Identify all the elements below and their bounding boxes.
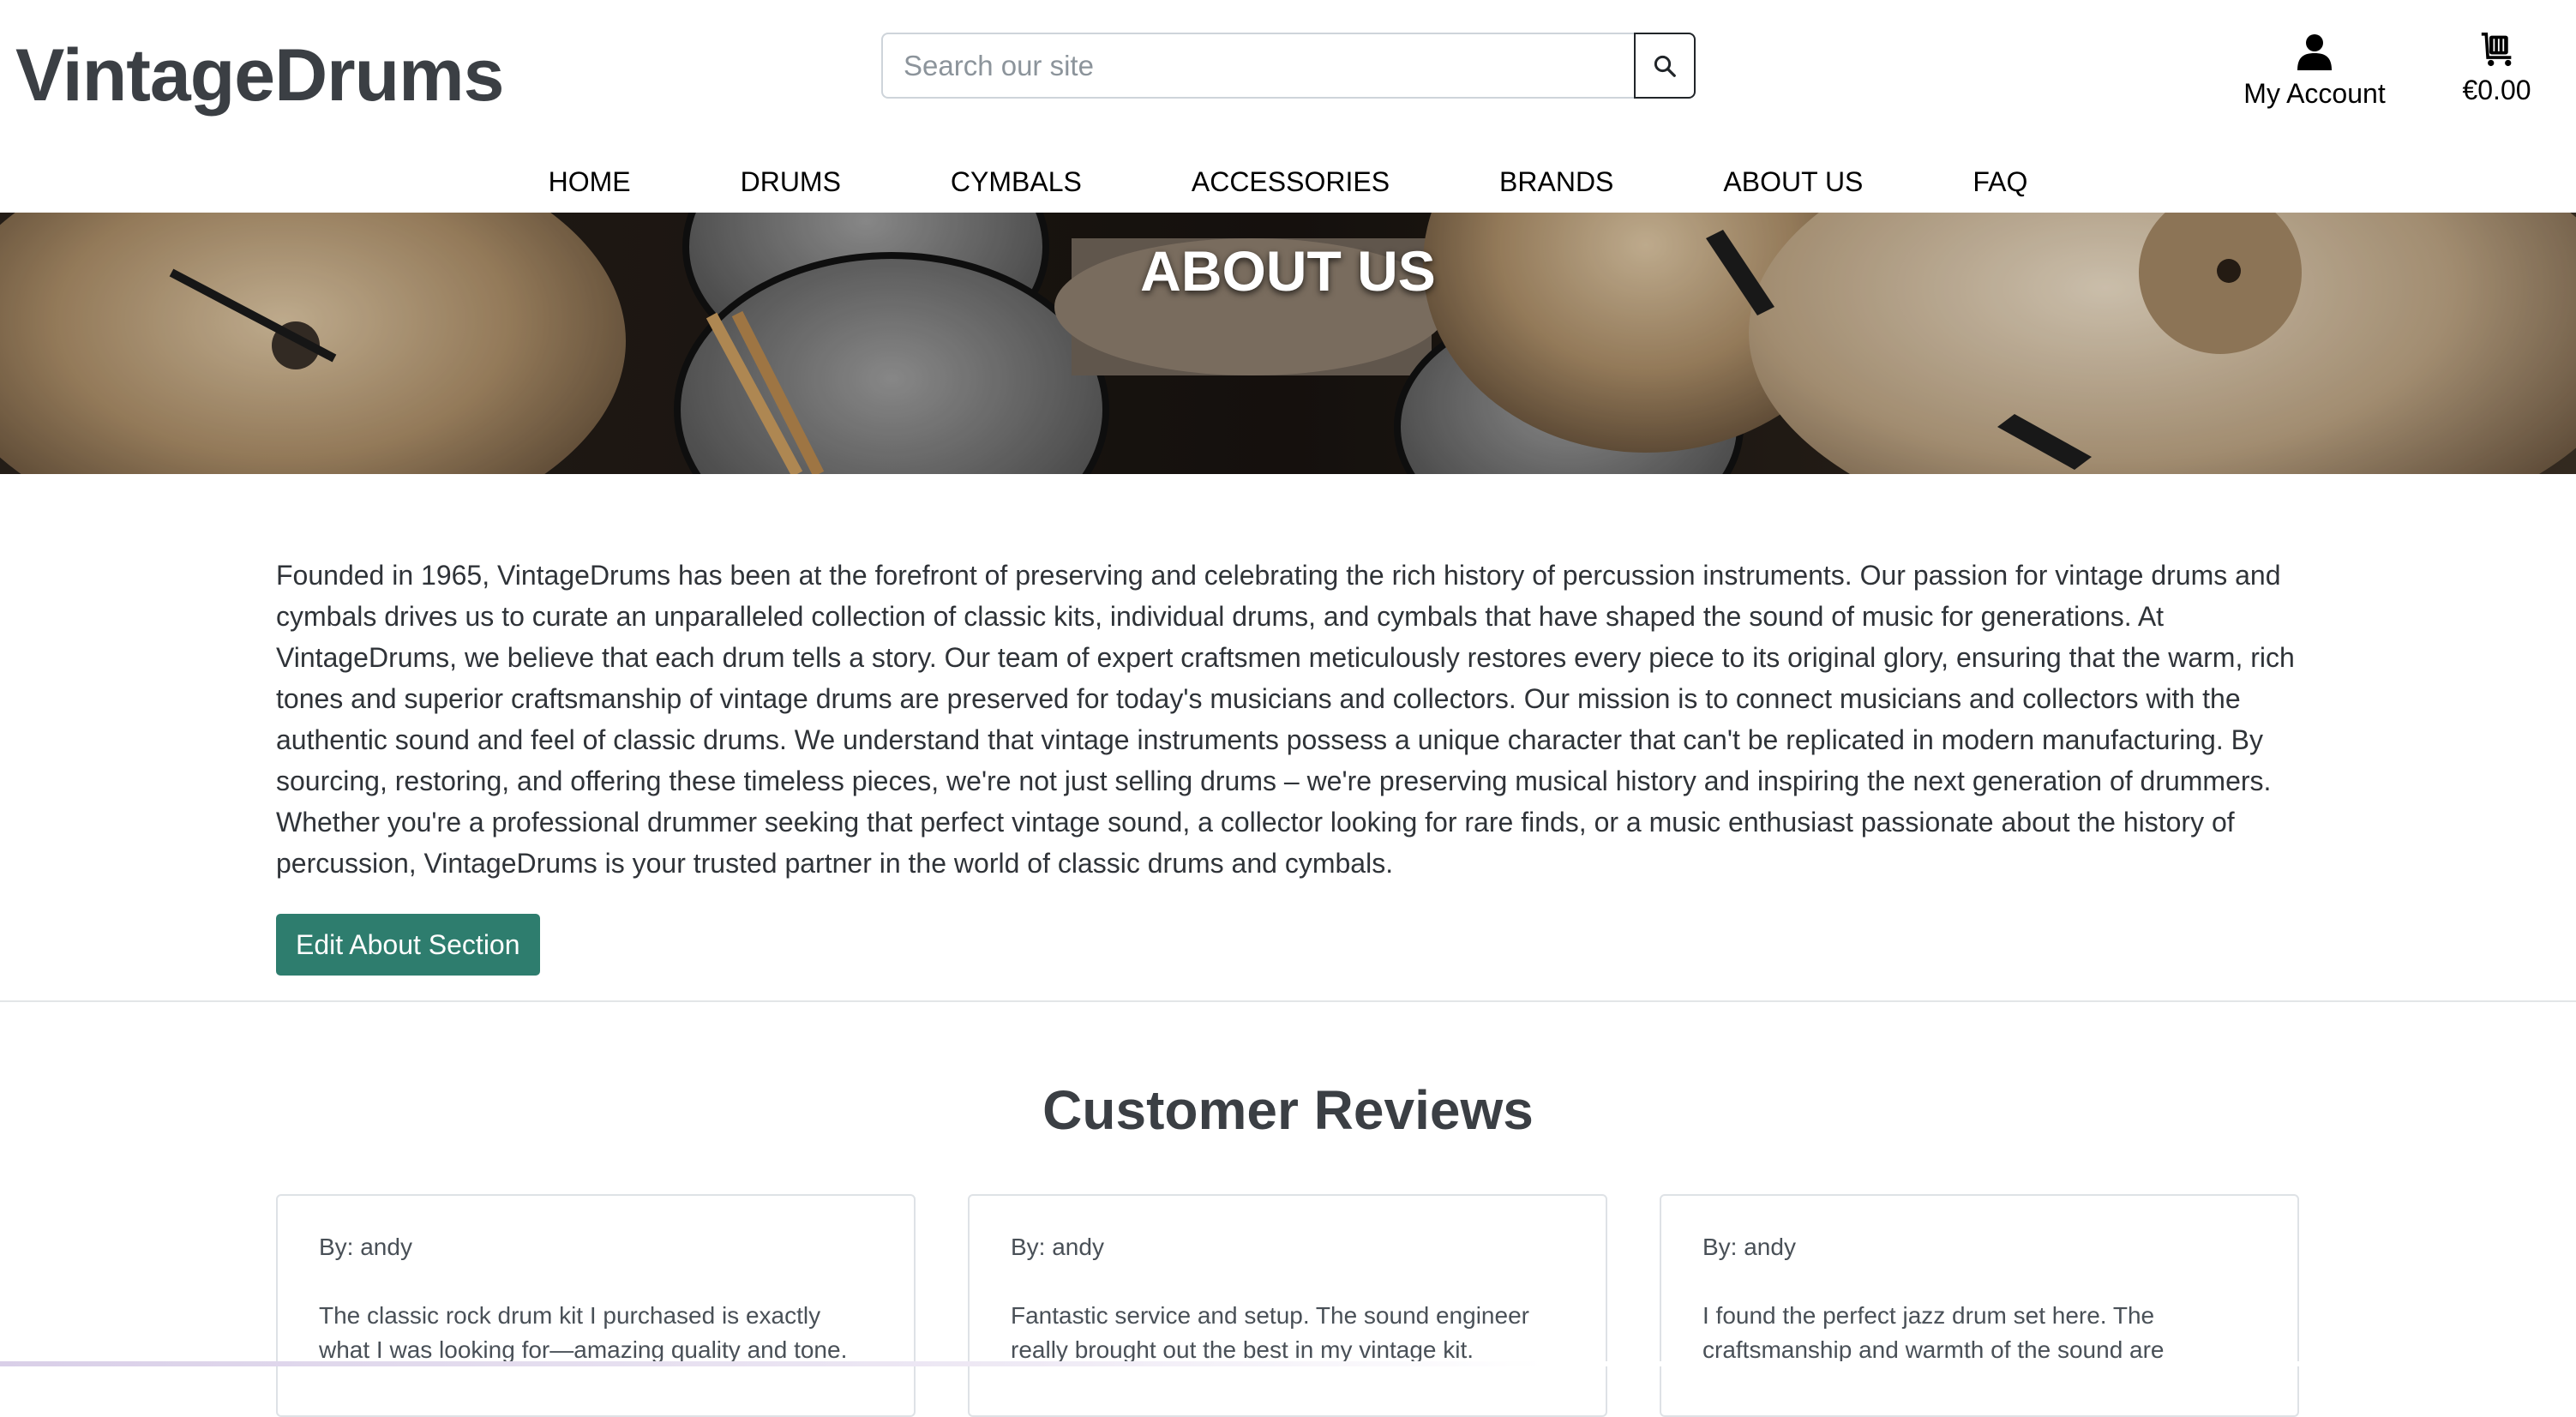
review-text: The classic rock drum kit I purchased is… <box>319 1302 848 1363</box>
about-body-text: Founded in 1965, VintageDrums has been a… <box>276 560 2295 879</box>
cart-icon <box>2481 33 2511 67</box>
search-icon <box>1654 55 1676 77</box>
nav-home[interactable]: HOME <box>494 154 686 213</box>
search-bar <box>881 33 1696 99</box>
search-button[interactable] <box>1634 33 1696 99</box>
review-card: By: andy I found the perfect jazz drum s… <box>1660 1194 2299 1417</box>
nav-faq[interactable]: FAQ <box>1918 154 2082 213</box>
main-nav: HOME DRUMS CYMBALS ACCESSORIES BRANDS AB… <box>0 154 2576 213</box>
hero-title: ABOUT US <box>1140 239 1436 303</box>
review-card: By: andy Fantastic service and setup. Th… <box>968 1194 1607 1417</box>
my-account-link[interactable]: My Account <box>2229 33 2400 110</box>
user-icon <box>2297 34 2332 70</box>
search-input[interactable] <box>881 33 1634 99</box>
review-card: By: andy The classic rock drum kit I pur… <box>276 1194 916 1417</box>
review-author: By: andy <box>1011 1234 1104 1260</box>
review-text: Fantastic service and setup. The sound e… <box>1011 1302 1529 1363</box>
nav-accessories[interactable]: ACCESSORIES <box>1137 154 1444 213</box>
cart-link[interactable]: €0.00 <box>2443 33 2550 106</box>
reviews-title: Customer Reviews <box>1042 1079 1534 1141</box>
edit-about-button[interactable]: Edit About Section <box>276 914 540 976</box>
hero-banner: ABOUT US <box>0 213 2576 474</box>
about-section: Founded in 1965, VintageDrums has been a… <box>0 474 2576 1002</box>
nav-about-us[interactable]: ABOUT US <box>1668 154 1918 213</box>
cart-total: €0.00 <box>2462 75 2531 105</box>
review-author: By: andy <box>319 1234 412 1260</box>
nav-brands[interactable]: BRANDS <box>1444 154 1668 213</box>
site-logo[interactable]: VintageDrums <box>15 33 504 118</box>
bottom-edge-strip <box>0 1361 2576 1366</box>
nav-drums[interactable]: DRUMS <box>686 154 896 213</box>
review-text: I found the perfect jazz drum set here. … <box>1702 1302 2165 1363</box>
my-account-label: My Account <box>2243 78 2386 109</box>
review-author: By: andy <box>1702 1234 1796 1260</box>
site-header: VintageDrums My Account €0.00 HOM <box>0 0 2576 213</box>
nav-cymbals[interactable]: CYMBALS <box>896 154 1137 213</box>
